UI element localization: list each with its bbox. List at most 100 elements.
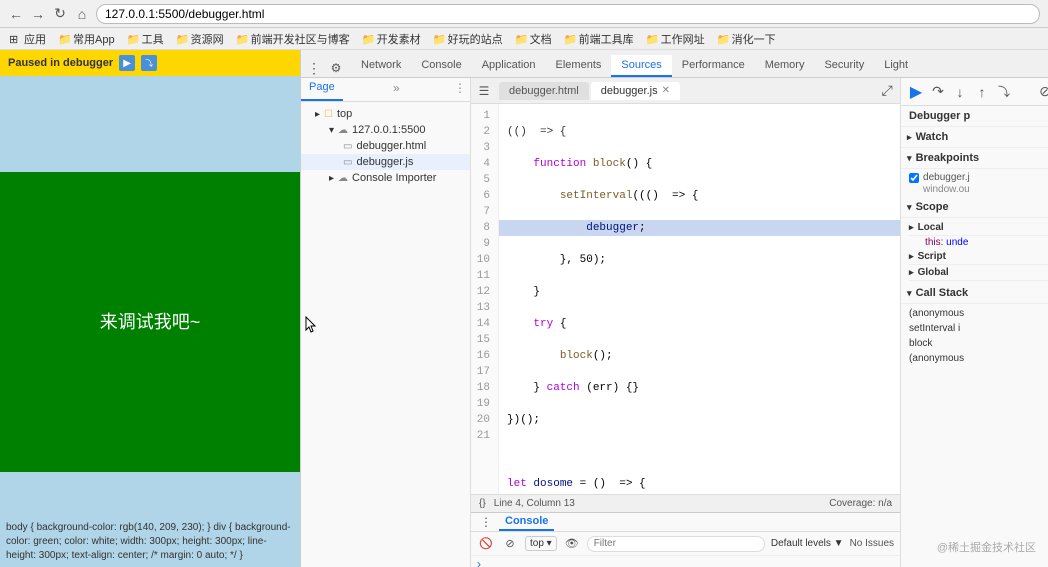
- breakpoint-item-1: debugger.j: [909, 171, 1048, 184]
- devtools-body: Page » ⋮ ▸ ☐ top ▾ ☁ 127.0.0.1:5500: [301, 78, 1048, 567]
- editor-tab-js[interactable]: debugger.js ✕: [591, 82, 680, 100]
- code-area[interactable]: (() => { function block() { setInterval(…: [499, 104, 900, 494]
- code-line-3: setInterval((() => {: [499, 188, 900, 204]
- script-arrow: ▸: [909, 251, 914, 262]
- code-line-12: let dosome = () => {: [499, 476, 900, 492]
- tree-item-console-importer[interactable]: ▸ ☁ Console Importer: [301, 170, 470, 186]
- editor-tab-html-label: debugger.html: [509, 85, 579, 97]
- tab-sources[interactable]: Sources: [611, 55, 671, 77]
- scope-local-content: this: unde: [909, 236, 1048, 249]
- back-button[interactable]: ←: [8, 6, 24, 22]
- tab-performance[interactable]: Performance: [672, 55, 755, 77]
- breakpoint-checkbox-1[interactable]: [909, 173, 919, 183]
- stop-recording-btn[interactable]: ⊘: [501, 535, 519, 553]
- debugger-sections: ▸ Watch ▾ Breakpoints debugger.j window.…: [901, 127, 1048, 567]
- scope-global-header[interactable]: ▸ Global: [909, 265, 1048, 281]
- callstack-item-3[interactable]: block: [909, 336, 1048, 351]
- local-arrow: ▸: [909, 222, 914, 233]
- bookmark-frontend-community[interactable]: 📁 前端开发社区与博客: [231, 30, 355, 48]
- step-over-button[interactable]: ⤵: [141, 55, 157, 71]
- deactivate-breakpoints-btn[interactable]: ⊘: [1036, 83, 1048, 101]
- home-button[interactable]: ⌂: [74, 6, 90, 22]
- tab-console[interactable]: Console: [411, 55, 471, 77]
- tree-item-debugger-html[interactable]: ▭ debugger.html: [301, 138, 470, 154]
- console-prompt-icon: ›: [477, 557, 481, 567]
- bookmark-dev-assets[interactable]: 📁 开发素材: [357, 30, 426, 48]
- scope-local-header[interactable]: ▸ Local: [909, 220, 1048, 236]
- bookmark-common-apps[interactable]: 📁 常用App: [53, 30, 120, 48]
- debugger-right-panel: ▶ ↷ ↓ ↑ ⤵ ⊘ Debugger p ▸ Watch: [900, 78, 1048, 567]
- bookmark-work-urls[interactable]: 📁 工作网址: [641, 30, 710, 48]
- tree-item-debugger-js[interactable]: ▭ debugger.js: [301, 154, 470, 170]
- callstack-item-2[interactable]: setInterval i: [909, 321, 1048, 336]
- sidebar-options-button[interactable]: ⋮: [450, 78, 470, 101]
- debugger-panel-title: Debugger p: [901, 106, 1048, 127]
- tab-lighthouse[interactable]: Light: [874, 55, 918, 77]
- editor-expand-btn[interactable]: ⤢: [878, 82, 896, 100]
- editor-tab-html[interactable]: debugger.html: [499, 82, 589, 100]
- line-numbers: 12345 678910 1112131415 1617181920 21: [471, 104, 499, 494]
- editor-tab-js-label: debugger.js: [601, 85, 658, 97]
- console-toolbar: 🚫 ⊘ top ▾ 👁 Default levels ▼ No Issues: [471, 532, 900, 556]
- step-into-btn[interactable]: ↓: [951, 83, 969, 101]
- reload-button[interactable]: ↻: [52, 6, 68, 22]
- callstack-content: (anonymous setInterval i block (anonymou…: [901, 304, 1048, 368]
- callstack-item-4[interactable]: (anonymous: [909, 351, 1048, 366]
- default-levels-dropdown[interactable]: Default levels ▼: [771, 538, 844, 549]
- console-menu-btn[interactable]: ⋮: [477, 513, 495, 531]
- tree-item-server[interactable]: ▾ ☁ 127.0.0.1:5500: [301, 122, 470, 138]
- bookmark-docs[interactable]: 📁 文档: [510, 30, 557, 48]
- console-tab[interactable]: Console: [499, 513, 554, 531]
- url-bar[interactable]: [96, 4, 1040, 24]
- tab-security[interactable]: Security: [814, 55, 874, 77]
- clear-console-btn[interactable]: 🚫: [477, 535, 495, 553]
- file-icon-html: ▭: [343, 141, 352, 152]
- status-text: body { background-color: rgb(140, 209, 2…: [0, 517, 300, 567]
- devtools-settings-icon[interactable]: ⚙: [327, 59, 345, 77]
- coverage-status: Coverage: n/a: [829, 498, 892, 509]
- scope-arrow: ▾: [907, 202, 912, 213]
- scope-this-val: unde: [946, 237, 968, 248]
- callstack-section-header[interactable]: ▾ Call Stack: [901, 283, 1048, 304]
- tab-application[interactable]: Application: [472, 55, 546, 77]
- folder-icon-9: 📁: [646, 33, 658, 45]
- tab-elements[interactable]: Elements: [546, 55, 612, 77]
- code-content[interactable]: 12345 678910 1112131415 1617181920 21 ((…: [471, 104, 900, 494]
- step-over-btn[interactable]: ↷: [929, 83, 947, 101]
- resume-execution-btn[interactable]: ▶: [907, 83, 925, 101]
- tree-item-top[interactable]: ▸ ☐ top: [301, 106, 470, 122]
- step-out-btn[interactable]: ↑: [973, 83, 991, 101]
- editor-menu-btn[interactable]: ☰: [475, 82, 493, 100]
- sidebar-tab-more[interactable]: »: [387, 78, 406, 101]
- bookmark-fun-sites[interactable]: 📁 好玩的站点: [428, 30, 508, 48]
- callstack-item-1[interactable]: (anonymous: [909, 306, 1048, 321]
- console-filter-input[interactable]: [587, 536, 765, 552]
- breakpoints-section-header[interactable]: ▾ Breakpoints: [901, 148, 1048, 169]
- no-issues-badge: No Issues: [850, 538, 894, 549]
- scope-local-label: Local: [918, 222, 944, 233]
- tab-memory[interactable]: Memory: [755, 55, 815, 77]
- bookmark-tools[interactable]: 📁 工具: [122, 30, 169, 48]
- sidebar-tab-page[interactable]: Page: [301, 78, 343, 101]
- tab-network[interactable]: Network: [351, 55, 411, 77]
- devtools-menu-icon[interactable]: ⋮: [305, 59, 323, 77]
- browser-toolbar: ← → ↻ ⌂: [0, 0, 1048, 28]
- scope-script-header[interactable]: ▸ Script: [909, 249, 1048, 265]
- step-btn[interactable]: ⤵: [995, 83, 1013, 101]
- watch-section-header[interactable]: ▸ Watch: [901, 127, 1048, 148]
- paused-banner: Paused in debugger ▶ ⤵: [0, 50, 300, 76]
- eye-btn[interactable]: 👁: [563, 535, 581, 553]
- callstack-label: Call Stack: [916, 287, 969, 299]
- code-line-8: block();: [499, 348, 900, 364]
- bookmark-digest[interactable]: 📁 消化一下: [712, 30, 781, 48]
- bookmark-apps[interactable]: ⊞ 应用: [4, 30, 51, 48]
- scope-section-header[interactable]: ▾ Scope: [901, 197, 1048, 218]
- mouse-cursor: [305, 316, 317, 337]
- bookmarks-bar: ⊞ 应用 📁 常用App 📁 工具 📁 资源网 📁 前端开发社区与博客 📁 开发…: [0, 28, 1048, 50]
- bookmark-resources[interactable]: 📁 资源网: [171, 30, 229, 48]
- forward-button[interactable]: →: [30, 6, 46, 22]
- folder-icon-6: 📁: [433, 33, 445, 45]
- resume-button[interactable]: ▶: [119, 55, 135, 71]
- editor-tab-js-close[interactable]: ✕: [662, 85, 670, 96]
- bookmark-frontend-tools[interactable]: 📁 前端工具库: [559, 30, 639, 48]
